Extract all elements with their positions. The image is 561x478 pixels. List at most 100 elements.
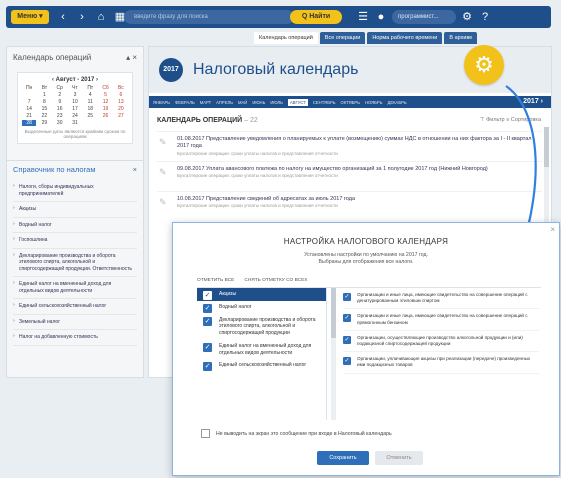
tax-option-item[interactable]: ✓ Организации и иные лица, имеющие свидет… — [343, 288, 539, 310]
find-button[interactable]: Q Найти — [290, 10, 342, 24]
calendar-day[interactable]: 28 — [22, 120, 37, 126]
calendar-day[interactable]: 2 — [53, 92, 67, 98]
tax-reference-item[interactable]: Единый налог на вмененный доход для отде… — [13, 277, 137, 299]
tax-category-item[interactable]: ✓ Водный налог — [197, 301, 326, 314]
tax-option-item[interactable]: ✓ Организации и иные лица, имеющие свидет… — [343, 309, 539, 331]
month-tab[interactable]: НОЯБРЬ — [365, 100, 383, 105]
settings-gear-button[interactable]: ⚙ — [464, 45, 504, 85]
calendar-day[interactable]: 29 — [37, 120, 51, 126]
category-scrollbar-thumb[interactable] — [331, 288, 336, 338]
calendar-day[interactable]: 7 — [22, 99, 36, 105]
calendar-day[interactable]: 17 — [68, 106, 82, 112]
calendar-day[interactable]: 25 — [83, 113, 97, 119]
calendar-day[interactable]: 8 — [37, 99, 51, 105]
checkbox[interactable]: ✓ — [343, 314, 351, 323]
checkbox[interactable]: ✓ — [343, 357, 351, 366]
calendar-day[interactable]: 20 — [114, 106, 128, 112]
calendar-day[interactable]: 16 — [53, 106, 67, 112]
user-menu[interactable]: программист... — [392, 10, 456, 24]
calendar-day[interactable]: 6 — [114, 92, 128, 98]
calendar-day[interactable]: 13 — [114, 99, 128, 105]
operation-item[interactable]: ✎ 01.08.2017 Представление уведомления о … — [157, 131, 542, 160]
month-tab[interactable]: ОКТЯБРЬ — [340, 100, 359, 105]
menu-button[interactable]: Меню ▾ — [11, 10, 49, 24]
tax-reference-item[interactable]: Налоги, сборы индивидуальных предпринима… — [13, 180, 137, 202]
tax-category-item[interactable]: ✓ Единый сельскохозяйственный налог — [197, 359, 326, 372]
calendar-month[interactable]: ‹ Август - 2017 › — [22, 77, 128, 83]
settings-icon[interactable]: ⚙ — [460, 10, 474, 24]
checkbox[interactable]: ✓ — [203, 303, 212, 313]
tab-work-time-norm[interactable]: Норма рабочего времени — [367, 32, 443, 44]
tax-reference-item[interactable]: Единый сельскохозяйственный налог — [13, 299, 137, 315]
checkbox[interactable]: ✓ — [203, 342, 212, 352]
calendar-day[interactable]: 11 — [83, 99, 97, 105]
select-all-link[interactable]: ОТМЕТИТЬ ВСЕ — [197, 278, 234, 283]
month-tab[interactable]: АПРЕЛЬ — [216, 100, 233, 105]
calendar-day[interactable]: 31 — [68, 120, 82, 126]
tax-option-item[interactable]: ✓ Организации, осуществляющие производств… — [343, 331, 539, 353]
checkbox[interactable]: ✓ — [203, 291, 212, 300]
operation-item[interactable]: ✎ 09.08.2017 Уплата авансового платежа по… — [157, 161, 542, 182]
no-show-again[interactable]: Не выводить на экран это сообщение при в… — [201, 429, 392, 438]
unselect-all-link[interactable]: СНЯТЬ ОТМЕТКУ СО ВСЕХ — [244, 278, 307, 283]
calendar-day[interactable]: 15 — [37, 106, 51, 112]
month-tab[interactable]: МАЙ — [238, 100, 247, 105]
year-selector[interactable]: ‹ 2017 › — [519, 96, 543, 108]
menu-lines-icon[interactable]: ☰ — [356, 10, 370, 24]
scrollbar-thumb[interactable] — [544, 127, 549, 167]
search-input[interactable]: введите фразу для поиска — [124, 10, 294, 24]
month-tab[interactable]: ИЮЛЬ — [270, 100, 283, 105]
tax-category-item[interactable]: ✓ Единый налог на вмененный доход для отд… — [197, 340, 326, 360]
month-tab[interactable]: СЕНТЯБРЬ — [313, 100, 336, 105]
calendar-day[interactable]: 4 — [83, 92, 97, 98]
calendar-day[interactable]: 22 — [37, 113, 51, 119]
calendar-day[interactable]: 1 — [37, 92, 51, 98]
calendar-day[interactable]: 21 — [22, 113, 36, 119]
checkbox[interactable]: ✓ — [203, 316, 212, 326]
calendar-day[interactable]: 3 — [68, 92, 82, 98]
tab-operations-calendar[interactable]: Календарь операций — [254, 32, 318, 44]
calendar-day[interactable]: 14 — [22, 106, 36, 112]
checkbox[interactable]: ✓ — [343, 335, 351, 344]
home-icon[interactable]: ⌂ — [94, 10, 108, 24]
collapse-icon[interactable]: ▴ × — [126, 53, 137, 62]
month-tab[interactable]: ДЕКАБРЬ — [387, 100, 406, 105]
help-icon[interactable]: ? — [478, 10, 492, 24]
filter-sort-controls[interactable]: ⊤ Фильтр ≡ Сортировка — [480, 117, 541, 123]
calendar-day[interactable]: 19 — [98, 106, 112, 112]
operation-item[interactable]: ✎ 10.08.2017 Представление сведений об ад… — [157, 191, 542, 212]
tax-reference-item[interactable]: Акцизы — [13, 202, 137, 218]
tax-category-item[interactable]: ✓ Декларирование производства и оборота э… — [197, 314, 326, 340]
cancel-button[interactable]: Отменить — [375, 451, 423, 465]
save-button[interactable]: Сохранить — [317, 451, 369, 465]
tab-archive[interactable]: В архиве — [444, 32, 478, 44]
calendar-day[interactable]: 12 — [98, 99, 112, 105]
calendar-day[interactable]: 24 — [68, 113, 82, 119]
tab-all-operations[interactable]: Все операции — [319, 32, 366, 44]
calendar-day[interactable]: 10 — [68, 99, 82, 105]
calendar-day[interactable]: 30 — [53, 120, 67, 126]
tax-reference-item[interactable]: Налог на добавленную стоимость — [13, 330, 137, 346]
tax-reference-item[interactable]: Земельный налог — [13, 315, 137, 330]
pin-icon[interactable]: ✎ — [159, 138, 168, 147]
tax-option-item[interactable]: ✓ Организации, уплачивающие акцизы при ре… — [343, 352, 539, 374]
pin-icon[interactable]: ✎ — [159, 168, 168, 177]
forward-icon[interactable]: › — [75, 10, 89, 24]
tax-reference-item[interactable]: Декларирование производства и оборота эт… — [13, 249, 137, 277]
checkbox[interactable]: ✓ — [343, 293, 351, 301]
calendar-day[interactable]: 18 — [83, 106, 97, 112]
month-tab[interactable]: ФЕВРАЛЬ — [175, 100, 195, 105]
back-icon[interactable]: ‹ — [56, 10, 70, 24]
user-icon[interactable]: ● — [374, 10, 388, 24]
pin-icon[interactable]: ✎ — [159, 198, 168, 207]
calendar-day[interactable]: 5 — [98, 92, 112, 98]
calendar-day[interactable]: 26 — [98, 113, 112, 119]
close-icon[interactable]: × — [133, 165, 137, 174]
month-tab[interactable]: АВГУСТ — [287, 98, 308, 106]
month-tab[interactable]: ИЮНЬ — [252, 100, 265, 105]
no-show-checkbox[interactable] — [201, 429, 210, 438]
checkbox[interactable]: ✓ — [203, 362, 212, 372]
tax-category-item[interactable]: ✓ Акцизы — [197, 288, 326, 301]
calendar-day[interactable]: 23 — [53, 113, 67, 119]
calendar-day[interactable]: 27 — [114, 113, 128, 119]
